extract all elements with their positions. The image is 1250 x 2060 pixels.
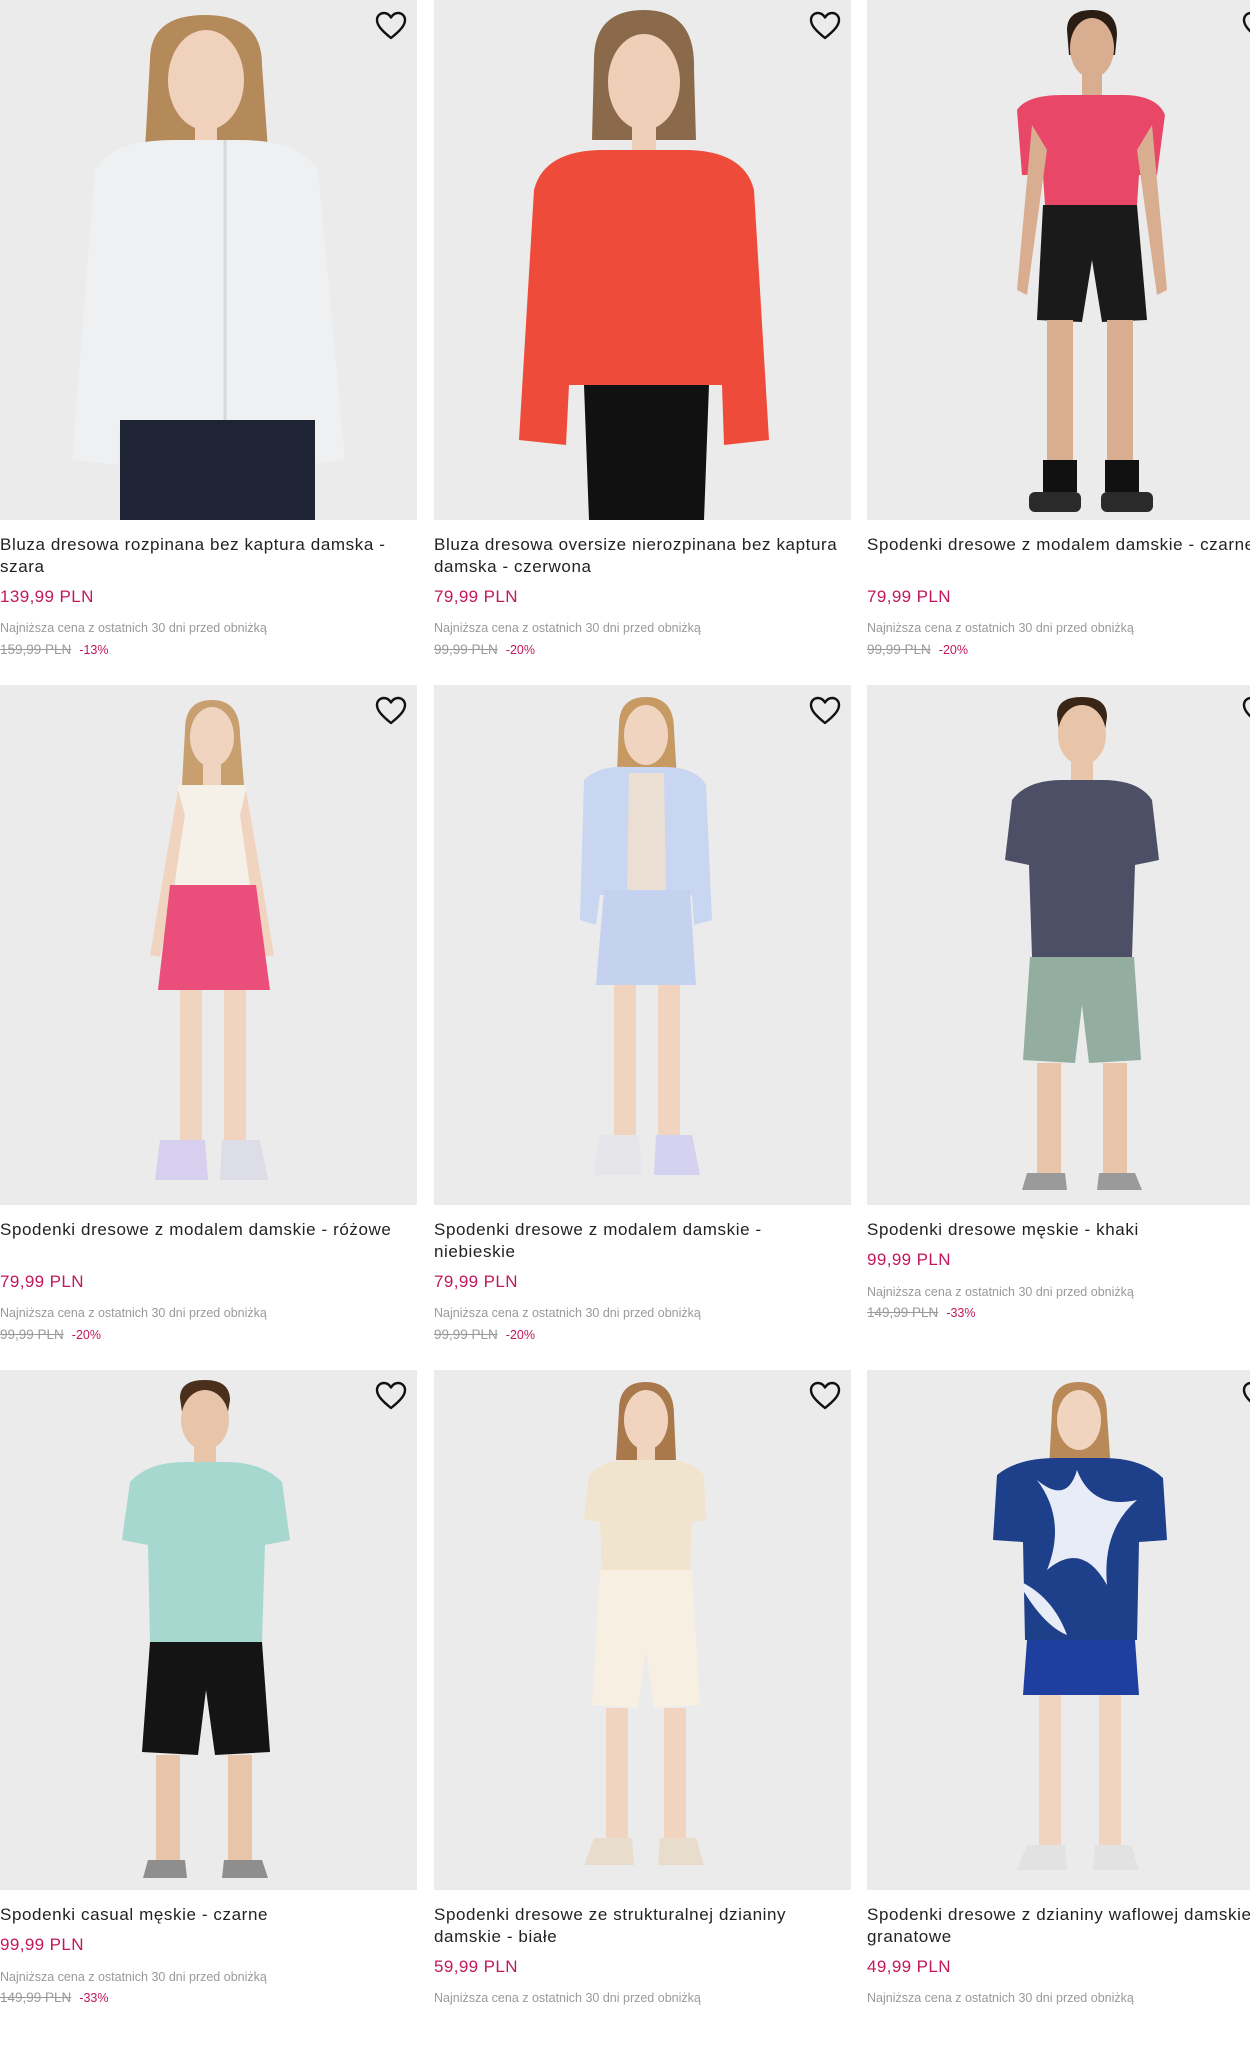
product-card[interactable]: Bluza dresowa rozpinana bez kaptura dams… (0, 0, 417, 690)
old-price-row: 149,99 PLN -33% (0, 1990, 109, 2005)
old-price: 149,99 PLN (867, 1305, 939, 1320)
favorite-heart-icon[interactable] (373, 1380, 409, 1412)
product-price: 139,99 PLN (0, 587, 94, 606)
product-card[interactable]: Spodenki dresowe z dzianiny waflowej dam… (867, 1370, 1250, 2060)
favorite-heart-icon[interactable] (807, 1380, 843, 1412)
old-price: 99,99 PLN (0, 1327, 64, 1342)
product-price: 99,99 PLN (867, 1250, 951, 1269)
product-name[interactable]: Spodenki dresowe z modalem damskie - cza… (867, 534, 1250, 556)
product-name[interactable]: Spodenki dresowe ze strukturalnej dziani… (434, 1904, 844, 1948)
lowest-price-label: Najniższa cena z ostatnich 30 dni przed … (434, 621, 701, 635)
lowest-price-label: Najniższa cena z ostatnich 30 dni przed … (434, 1306, 701, 1320)
product-photo-woman-blue-set (580, 697, 712, 1175)
product-card[interactable]: Spodenki dresowe ze strukturalnej dziani… (434, 1370, 851, 2060)
discount-badge: -33% (79, 1991, 109, 2005)
product-image[interactable] (434, 1370, 851, 1890)
product-image[interactable] (0, 1370, 417, 1890)
product-photo-man-black-shorts (122, 1380, 290, 1878)
old-price-row: 99,99 PLN -20% (434, 1327, 535, 1342)
product-card[interactable]: Spodenki dresowe z modalem damskie - róż… (0, 685, 417, 1375)
product-image[interactable] (0, 685, 417, 1205)
product-card[interactable]: Spodenki casual męskie - czarne 99,99 PL… (0, 1370, 417, 2060)
lowest-price-label: Najniższa cena z ostatnich 30 dni przed … (0, 1970, 267, 1984)
lowest-price-label: Najniższa cena z ostatnich 30 dni przed … (0, 1306, 267, 1320)
product-photo-woman-red-sweatshirt (519, 10, 769, 520)
product-price: 49,99 PLN (867, 1957, 951, 1976)
product-photo-woman-navy-shorts (993, 1382, 1167, 1870)
product-price: 99,99 PLN (0, 1935, 84, 1954)
old-price: 99,99 PLN (434, 642, 498, 657)
lowest-price-label: Najniższa cena z ostatnich 30 dni przed … (434, 1991, 701, 2005)
old-price-row: 99,99 PLN -20% (0, 1327, 101, 1342)
discount-badge: -33% (946, 1306, 976, 1320)
discount-badge: -13% (79, 643, 109, 657)
old-price-row: 99,99 PLN -20% (434, 642, 535, 657)
discount-badge: -20% (71, 1328, 101, 1342)
old-price: 149,99 PLN (0, 1990, 72, 2005)
favorite-heart-icon[interactable] (1240, 10, 1250, 42)
product-name[interactable]: Spodenki dresowe z modalem damskie - róż… (0, 1219, 410, 1241)
favorite-heart-icon[interactable] (1240, 695, 1250, 727)
product-image[interactable] (0, 0, 417, 520)
product-photo-woman-black-shorts (1017, 10, 1167, 512)
product-price: 59,99 PLN (434, 1957, 518, 1976)
old-price: 99,99 PLN (434, 1327, 498, 1342)
product-name[interactable]: Spodenki dresowe z dzianiny waflowej dam… (867, 1904, 1250, 1948)
favorite-heart-icon[interactable] (373, 695, 409, 727)
favorite-heart-icon[interactable] (807, 695, 843, 727)
favorite-heart-icon[interactable] (807, 10, 843, 42)
lowest-price-label: Najniższa cena z ostatnich 30 dni przed … (867, 1285, 1134, 1299)
product-card[interactable]: Spodenki dresowe z modalem damskie - nie… (434, 685, 851, 1375)
product-photo-man-khaki-shorts (1005, 697, 1159, 1190)
product-price: 79,99 PLN (434, 587, 518, 606)
discount-badge: -20% (938, 643, 968, 657)
product-name[interactable]: Bluza dresowa oversize nierozpinana bez … (434, 534, 844, 578)
product-name[interactable]: Spodenki dresowe męskie - khaki (867, 1219, 1250, 1241)
lowest-price-label: Najniższa cena z ostatnich 30 dni przed … (867, 621, 1134, 635)
product-image[interactable] (867, 1370, 1250, 1890)
lowest-price-label: Najniższa cena z ostatnich 30 dni przed … (867, 1991, 1134, 2005)
discount-badge: -20% (505, 643, 535, 657)
product-price: 79,99 PLN (434, 1272, 518, 1291)
product-card[interactable]: Spodenki dresowe męskie - khaki 99,99 PL… (867, 685, 1250, 1375)
product-name[interactable]: Bluza dresowa rozpinana bez kaptura dams… (0, 534, 410, 578)
product-name[interactable]: Spodenki casual męskie - czarne (0, 1904, 410, 1926)
product-price: 79,99 PLN (0, 1272, 84, 1291)
old-price-row: 99,99 PLN -20% (867, 642, 968, 657)
product-photo-woman-grey-jacket (72, 15, 345, 520)
product-image[interactable] (434, 685, 851, 1205)
favorite-heart-icon[interactable] (1240, 1380, 1250, 1412)
product-image[interactable] (434, 0, 851, 520)
product-name[interactable]: Spodenki dresowe z modalem damskie - nie… (434, 1219, 844, 1263)
lowest-price-label: Najniższa cena z ostatnich 30 dni przed … (0, 621, 267, 635)
old-price-row: 149,99 PLN -33% (867, 1305, 976, 1320)
old-price: 99,99 PLN (867, 642, 931, 657)
old-price: 159,99 PLN (0, 642, 72, 657)
old-price-row: 159,99 PLN -13% (0, 642, 109, 657)
product-card[interactable]: Bluza dresowa oversize nierozpinana bez … (434, 0, 851, 690)
product-card[interactable]: Spodenki dresowe z modalem damskie - cza… (867, 0, 1250, 690)
discount-badge: -20% (505, 1328, 535, 1342)
product-image[interactable] (867, 0, 1250, 520)
favorite-heart-icon[interactable] (373, 10, 409, 42)
product-price: 79,99 PLN (867, 587, 951, 606)
product-image[interactable] (867, 685, 1250, 1205)
product-photo-woman-pink-shorts (150, 700, 274, 1180)
product-photo-woman-white-shorts (584, 1382, 706, 1865)
